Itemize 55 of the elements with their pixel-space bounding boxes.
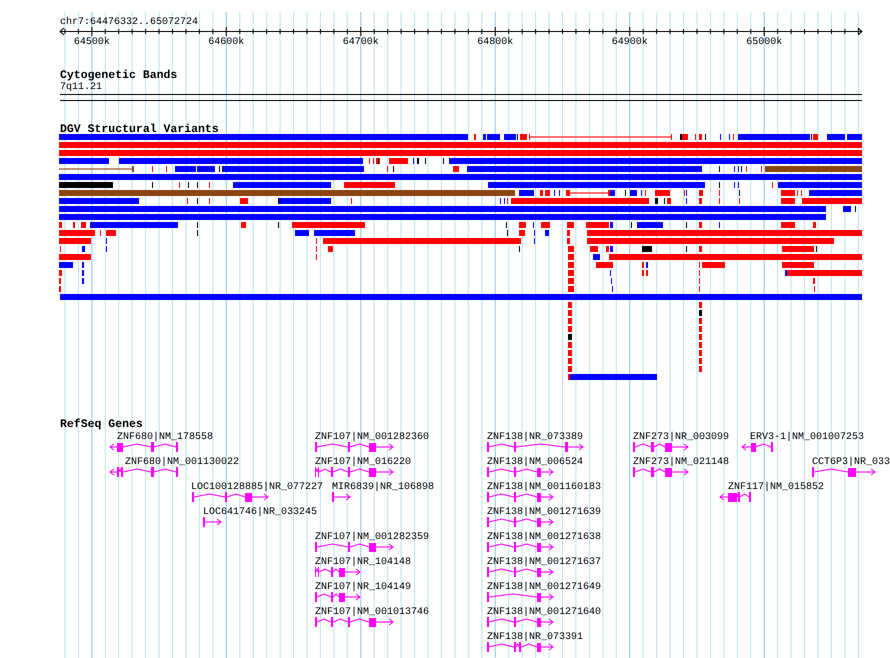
gene-label: ZNF138|NM_006524	[487, 457, 584, 468]
gene-label: ZNF680|NM_001130022	[125, 457, 240, 468]
axis-tick-label: 64600k	[208, 37, 244, 48]
gene-label: ZNF117|NM_015852	[728, 482, 824, 493]
axis-tick-label: 64500k	[74, 37, 110, 48]
gene-label: ZNF107|NR_104149	[315, 582, 412, 593]
track-title: DGV Structural Variants	[60, 123, 219, 136]
gene-model-drawing	[109, 467, 178, 477]
gene-model-drawing	[315, 592, 361, 602]
gene-model-drawing	[332, 492, 351, 502]
gene-label: LOC100128885|NR_077227	[191, 482, 324, 493]
gene-model-drawing	[633, 467, 689, 477]
gene-model-drawing	[487, 492, 554, 502]
gene-label: ZNF107|NM_001282360	[315, 432, 430, 443]
gene-model-drawing	[487, 642, 554, 652]
gene-label: ZNF273|NM_021148	[633, 457, 730, 468]
gene-model-drawing	[487, 467, 554, 477]
gene-label: ZNF138|NR_073389	[487, 432, 584, 443]
gene-label: ZNF138|NM_001271649	[487, 582, 602, 593]
gene-model-drawing	[741, 442, 773, 452]
gene-label: ZNF107|NR_104148	[315, 557, 412, 568]
gene-label: CCT6P3|NR_033	[812, 457, 890, 468]
band-label: 7q11.21	[60, 82, 102, 93]
gene-model-drawing	[719, 492, 751, 502]
location-label: chr7:64476332..65072724	[60, 17, 198, 28]
gene-model-drawing	[487, 517, 554, 527]
axis-tick-label: 64900k	[612, 37, 648, 48]
gene-model-drawing	[203, 517, 222, 527]
gene-label: ZNF138|NM_001271637	[487, 557, 602, 568]
gene-label: ZNF107|NM_001282359	[315, 532, 430, 543]
gene-model-drawing	[812, 467, 876, 477]
gene-label: MIR6839|NR_106898	[332, 482, 434, 493]
track-title: Cytogenetic Bands	[60, 69, 178, 82]
gene-model-drawing	[487, 592, 554, 602]
gene-model-drawing	[487, 542, 554, 552]
axis-tick-label: 65000k	[746, 37, 782, 48]
gene-label: ZNF138|NM_001160183	[487, 482, 602, 493]
gene-label: ZNF138|NR_073391	[487, 632, 584, 643]
axis-tick-label: 64800k	[477, 37, 514, 48]
gene-label: ZNF107|NM_016220	[315, 457, 412, 468]
gene-model-drawing	[487, 567, 554, 577]
gene-model-drawing	[109, 442, 178, 452]
gene-label: ZNF680|NM_178558	[117, 432, 214, 443]
gene-model-drawing	[315, 567, 361, 577]
gene-label: ZNF107|NM_001013746	[315, 607, 430, 618]
gene-label: ERV3-1|NM_001007253	[750, 432, 864, 443]
gene-label: LOC641746|NR_033245	[203, 507, 318, 518]
gene-label: ZNF138|NM_001271640	[487, 607, 602, 618]
axis-tick-label: 64700k	[342, 37, 379, 48]
gene-label: ZNF138|NM_001271639	[487, 507, 602, 518]
track-title: RefSeq Genes	[60, 418, 143, 431]
gene-label: ZNF273|NR_003099	[633, 432, 730, 443]
gene-model-drawing	[487, 617, 554, 627]
gene-label: ZNF138|NM_001271638	[487, 532, 602, 543]
gene-model-drawing	[633, 442, 689, 452]
